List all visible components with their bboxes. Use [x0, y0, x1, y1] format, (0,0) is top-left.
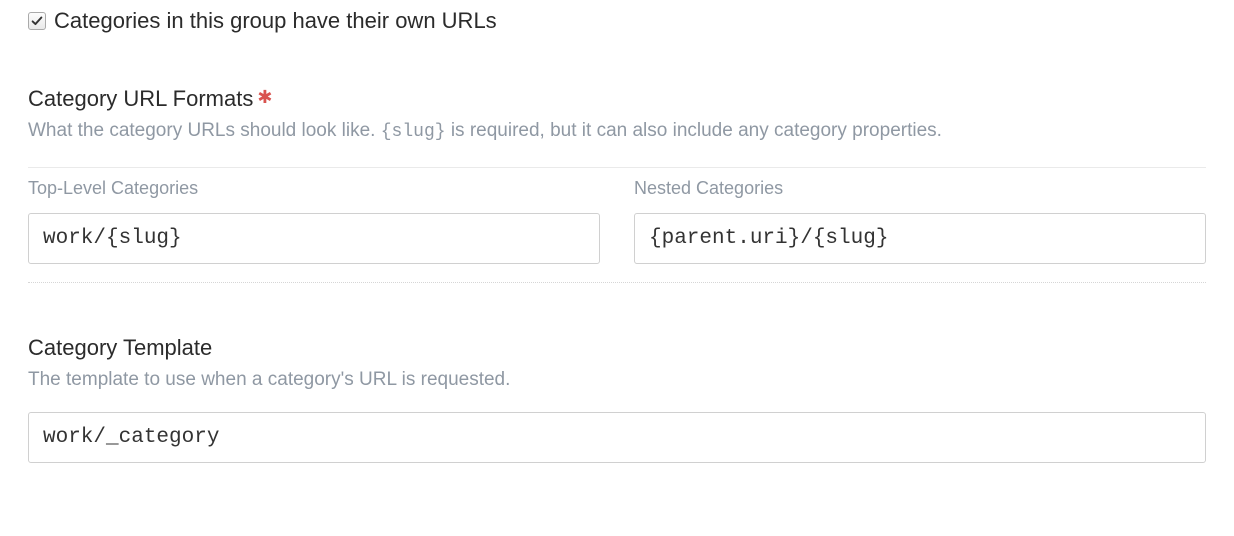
nested-header: Nested Categories [634, 168, 1206, 213]
url-formats-heading: Category URL Formats ✱ [28, 86, 1206, 112]
url-formats-heading-text: Category URL Formats [28, 86, 253, 112]
slug-code: {slug} [381, 122, 446, 142]
top-level-input[interactable] [28, 213, 600, 264]
template-heading: Category Template [28, 335, 1206, 361]
own-urls-label[interactable]: Categories in this group have their own … [54, 8, 497, 34]
template-input[interactable] [28, 412, 1206, 463]
template-description: The template to use when a category's UR… [28, 367, 1206, 394]
url-formats-description-post: is required, but it can also include any… [446, 120, 942, 141]
checkmark-icon [30, 14, 44, 28]
own-urls-checkbox[interactable] [28, 12, 46, 30]
top-level-header: Top-Level Categories [28, 168, 600, 213]
required-indicator: ✱ [257, 88, 272, 106]
template-heading-text: Category Template [28, 335, 212, 361]
url-formats-description: What the category URLs should look like.… [28, 118, 1206, 145]
nested-input[interactable] [634, 213, 1206, 264]
url-formats-description-pre: What the category URLs should look like. [28, 120, 381, 141]
